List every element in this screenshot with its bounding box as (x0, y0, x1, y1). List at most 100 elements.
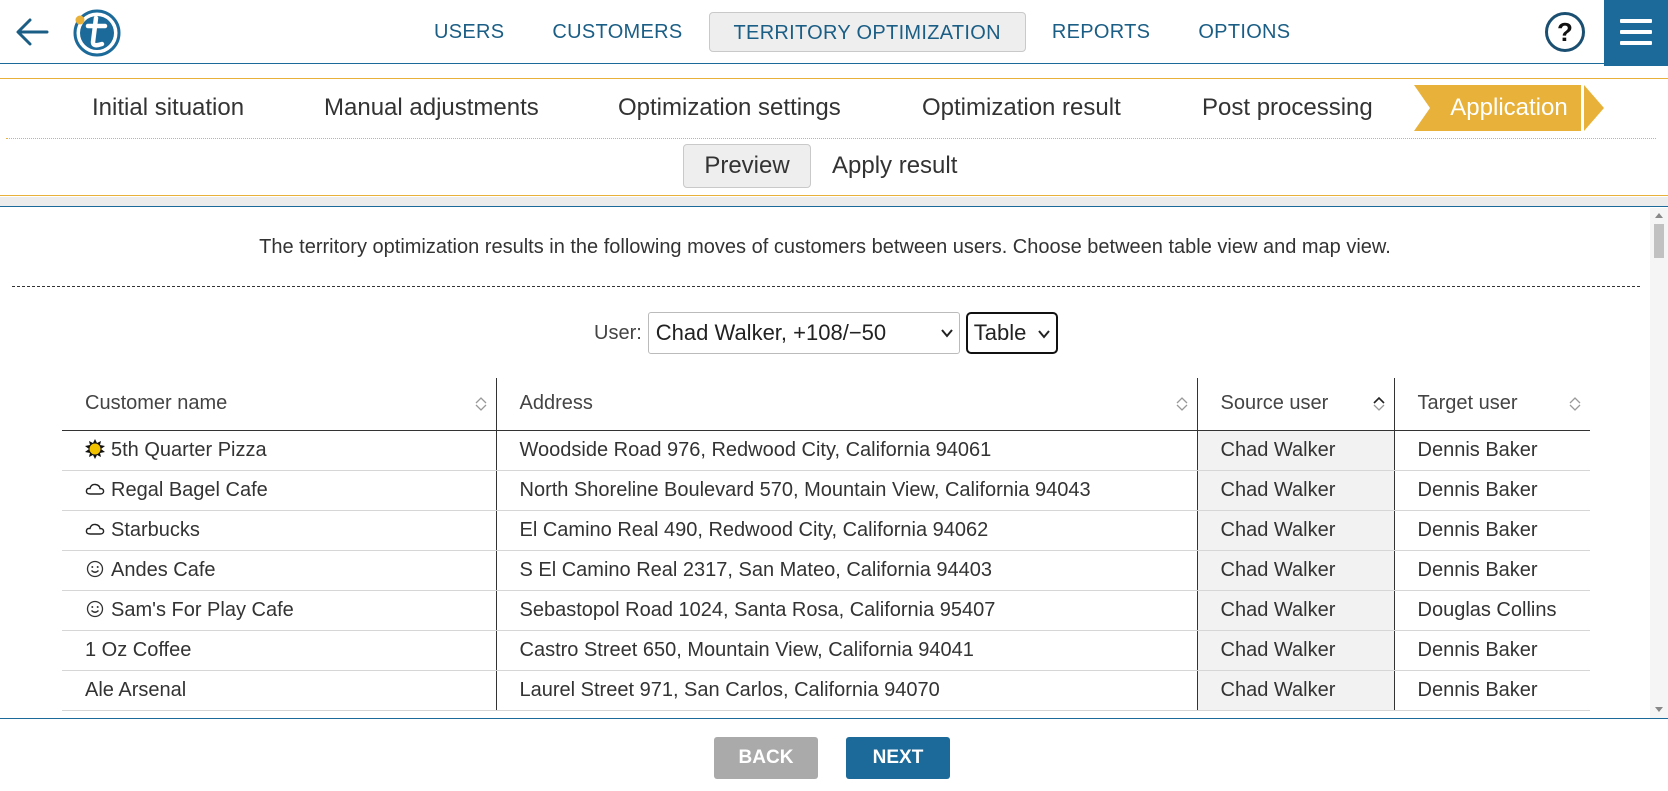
sub-steps: Preview Apply result (0, 138, 1668, 196)
table-header-row: Customer name Address Source user Target… (62, 378, 1590, 431)
customer-name: 5th Quarter Pizza (111, 438, 267, 461)
sort-icon[interactable] (474, 396, 488, 412)
column-header-target-user[interactable]: Target user (1393, 378, 1590, 431)
scrollbar-thumb[interactable] (1654, 224, 1664, 258)
cell-target-user: Dennis Baker (1393, 430, 1590, 471)
sun-icon (85, 438, 105, 459)
column-header-label: Customer name (85, 392, 228, 415)
step-application[interactable]: Application (1414, 85, 1604, 131)
back-button[interactable]: BACK (714, 737, 818, 779)
app-logo-icon[interactable] (72, 8, 122, 58)
smiley-icon (86, 560, 104, 577)
column-header-label: Target user (1417, 392, 1518, 415)
user-select-value: Chad Walker, +108/−50 (655, 320, 887, 345)
customer-moves-table: Customer name Address Source user Target… (62, 378, 1590, 711)
step-manual-adjustments[interactable]: Manual adjustments (324, 79, 539, 137)
column-header-address[interactable]: Address (495, 378, 1197, 431)
sort-ascending-icon[interactable] (1372, 396, 1386, 412)
column-header-customer-name[interactable]: Customer name (62, 378, 496, 431)
cell-customer-name: Ale Arsenal (62, 670, 496, 711)
step-post-processing[interactable]: Post processing (1202, 79, 1373, 137)
cell-target-user: Dennis Baker (1393, 630, 1590, 671)
cell-target-user: Dennis Baker (1393, 670, 1590, 711)
cell-customer-name: Andes Cafe (62, 550, 496, 591)
sort-icon[interactable] (1568, 396, 1582, 412)
process-steps-row: Initial situation Manual adjustments Opt… (6, 79, 1656, 139)
scroll-up-icon[interactable] (1654, 211, 1664, 219)
substep-preview[interactable]: Preview (683, 144, 811, 188)
cloud-icon (85, 523, 105, 535)
divider (0, 197, 1668, 207)
cell-target-user: Dennis Baker (1393, 470, 1590, 511)
customer-name: Andes Cafe (111, 558, 216, 581)
user-filter-row: User: Chad Walker, +108/−50 Table (594, 312, 1058, 354)
footer-bar: BACK NEXT (0, 718, 1668, 791)
main-content: The territory optimization results in th… (0, 208, 1650, 718)
column-header-label: Source user (1220, 392, 1329, 415)
user-select[interactable]: Chad Walker, +108/−50 (647, 312, 960, 354)
smiley-icon (86, 600, 104, 617)
main-nav: USERS CUSTOMERS TERRITORY OPTIMIZATION R… (410, 12, 1314, 52)
cell-source-user: Chad Walker (1196, 510, 1394, 551)
cell-source-user: Chad Walker (1196, 470, 1394, 511)
cell-address: Laurel Street 971, San Carlos, Californi… (495, 670, 1197, 711)
cloud-icon (85, 483, 105, 495)
cell-target-user: Douglas Collins (1393, 590, 1590, 631)
customer-name: Regal Bagel Cafe (111, 478, 268, 501)
user-label: User: (594, 321, 642, 344)
chevron-down-icon (1038, 330, 1050, 339)
cell-address: El Camino Real 490, Redwood City, Califo… (495, 510, 1197, 551)
nav-reports[interactable]: REPORTS (1028, 12, 1174, 52)
hamburger-menu-icon[interactable] (1604, 0, 1668, 66)
cell-customer-name: Regal Bagel Cafe (62, 470, 496, 511)
column-header-source-user[interactable]: Source user (1196, 378, 1394, 431)
intro-text: The territory optimization results in th… (259, 236, 1391, 258)
step-optimization-result[interactable]: Optimization result (922, 79, 1121, 137)
help-icon[interactable]: ? (1545, 12, 1585, 52)
cell-address: Woodside Road 976, Redwood City, Califor… (495, 430, 1197, 471)
substep-apply-result[interactable]: Apply result (832, 144, 957, 188)
cell-address: Sebastopol Road 1024, Santa Rosa, Califo… (495, 590, 1197, 631)
table-row[interactable]: Sam's For Play Cafe Sebastopol Road 1024,… (62, 590, 1590, 631)
customer-name: Sam's For Play Cafe (111, 598, 294, 621)
table-row[interactable]: Regal Bagel Cafe North Shoreline Boulevar… (62, 470, 1590, 511)
table-row[interactable]: Ale Arsenal Laurel Street 971, San Carlos… (62, 670, 1590, 711)
nav-territory-optimization[interactable]: TERRITORY OPTIMIZATION (708, 12, 1026, 52)
step-optimization-settings[interactable]: Optimization settings (618, 79, 841, 137)
column-header-label: Address (519, 392, 593, 415)
cell-source-user: Chad Walker (1196, 630, 1394, 671)
view-mode-select[interactable]: Table (965, 312, 1058, 354)
table-row[interactable]: 5th Quarter Pizza Woodside Road 976, Redw… (62, 430, 1590, 471)
cell-source-user: Chad Walker (1196, 430, 1394, 471)
chevron-down-icon (941, 329, 953, 338)
back-arrow-icon[interactable] (14, 14, 50, 50)
nav-users[interactable]: USERS (410, 12, 528, 52)
cell-source-user: Chad Walker (1196, 550, 1394, 591)
nav-customers[interactable]: CUSTOMERS (528, 12, 706, 52)
customer-name: 1 Oz Coffee (85, 638, 192, 661)
scroll-down-icon[interactable] (1654, 706, 1664, 714)
table-row[interactable]: Starbucks El Camino Real 490, Redwood Cit… (62, 510, 1590, 551)
cell-customer-name: Starbucks (62, 510, 496, 551)
table-row[interactable]: Andes Cafe S El Camino Real 2317, San Mat… (62, 550, 1590, 591)
cell-address: S El Camino Real 2317, San Mateo, Califo… (495, 550, 1197, 591)
nav-options[interactable]: OPTIONS (1174, 12, 1314, 52)
cell-customer-name: 1 Oz Coffee (62, 630, 496, 671)
cell-address: North Shoreline Boulevard 570, Mountain … (495, 470, 1197, 511)
table-row[interactable]: 1 Oz Coffee Castro Street 650, Mountain V… (62, 630, 1590, 671)
next-button[interactable]: NEXT (846, 737, 950, 779)
vertical-scrollbar[interactable] (1650, 208, 1668, 718)
customer-name: Ale Arsenal (85, 678, 187, 701)
top-navigation-bar: USERS CUSTOMERS TERRITORY OPTIMIZATION R… (0, 0, 1668, 66)
cell-target-user: Dennis Baker (1393, 510, 1590, 551)
cell-target-user: Dennis Baker (1393, 550, 1590, 591)
table-body: 5th Quarter Pizza Woodside Road 976, Redw… (62, 430, 1590, 711)
cell-customer-name: 5th Quarter Pizza (62, 430, 496, 471)
customer-name: Starbucks (111, 518, 200, 541)
cell-source-user: Chad Walker (1196, 670, 1394, 711)
process-steps: Initial situation Manual adjustments Opt… (0, 78, 1668, 139)
sort-icon[interactable] (1175, 396, 1189, 412)
step-initial-situation[interactable]: Initial situation (92, 79, 244, 137)
view-mode-value: Table (973, 320, 1027, 345)
cell-source-user: Chad Walker (1196, 590, 1394, 631)
